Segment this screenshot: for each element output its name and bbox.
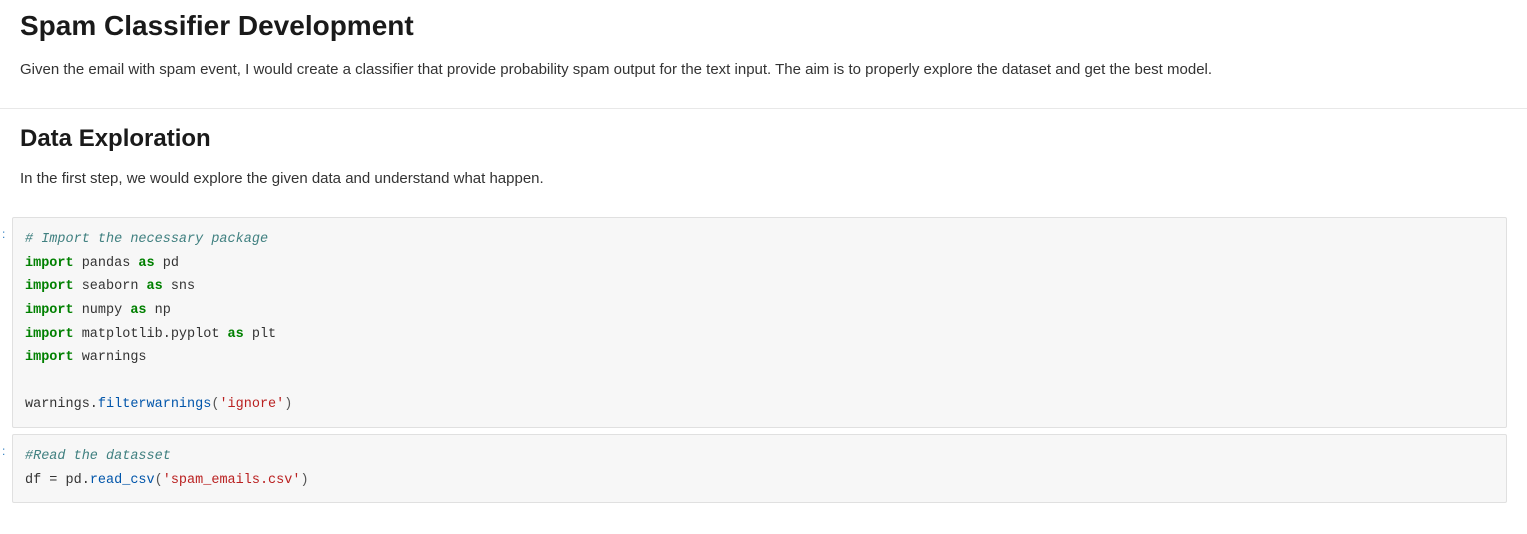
markdown-cell-2[interactable]: Data Exploration In the first step, we w… <box>0 115 1527 211</box>
code-module: matplotlib.pyplot <box>74 327 228 342</box>
code-keyword: import <box>25 279 74 294</box>
code-alias: np <box>147 303 171 318</box>
markdown-cell-1[interactable]: Spam Classifier Development Given the em… <box>0 0 1527 102</box>
code-function: read_csv <box>90 473 155 488</box>
code-lhs: df = pd. <box>25 473 90 488</box>
code-input[interactable]: #Read the datasset df = pd.read_csv('spa… <box>12 434 1507 503</box>
input-prompt: : <box>2 227 5 241</box>
code-function: filterwarnings <box>98 397 211 412</box>
code-alias: sns <box>163 279 195 294</box>
code-module: warnings <box>74 350 147 365</box>
code-alias: plt <box>244 327 276 342</box>
code-module: seaborn <box>74 279 147 294</box>
code-cell-1[interactable]: : # Import the necessary package import … <box>12 217 1507 428</box>
code-punct: ) <box>284 397 292 412</box>
code-keyword: as <box>147 279 163 294</box>
code-keyword: as <box>130 303 146 318</box>
paragraph: Given the email with spam event, I would… <box>20 58 1507 82</box>
code-keyword: import <box>25 303 74 318</box>
input-prompt: : <box>2 444 5 458</box>
code-keyword: as <box>138 256 154 271</box>
code-comment: #Read the datasset <box>25 449 171 464</box>
title-h2: Data Exploration <box>20 125 1507 153</box>
paragraph: In the first step, we would explore the … <box>20 167 1507 191</box>
code-keyword: as <box>228 327 244 342</box>
code-punct: ) <box>300 473 308 488</box>
code-cell-2[interactable]: : #Read the datasset df = pd.read_csv('s… <box>12 434 1507 503</box>
code-input[interactable]: # Import the necessary package import pa… <box>12 217 1507 428</box>
code-keyword: import <box>25 256 74 271</box>
code-keyword: import <box>25 327 74 342</box>
code-module: pandas <box>74 256 139 271</box>
code-module: numpy <box>74 303 131 318</box>
code-keyword: import <box>25 350 74 365</box>
code-string: 'spam_emails.csv' <box>163 473 301 488</box>
code-string: 'ignore' <box>219 397 284 412</box>
cell-separator <box>0 108 1527 109</box>
code-punct: ( <box>155 473 163 488</box>
code-comment: # Import the necessary package <box>25 232 268 247</box>
title-h1: Spam Classifier Development <box>20 10 1507 42</box>
code-alias: pd <box>155 256 179 271</box>
code-object: warnings. <box>25 397 98 412</box>
